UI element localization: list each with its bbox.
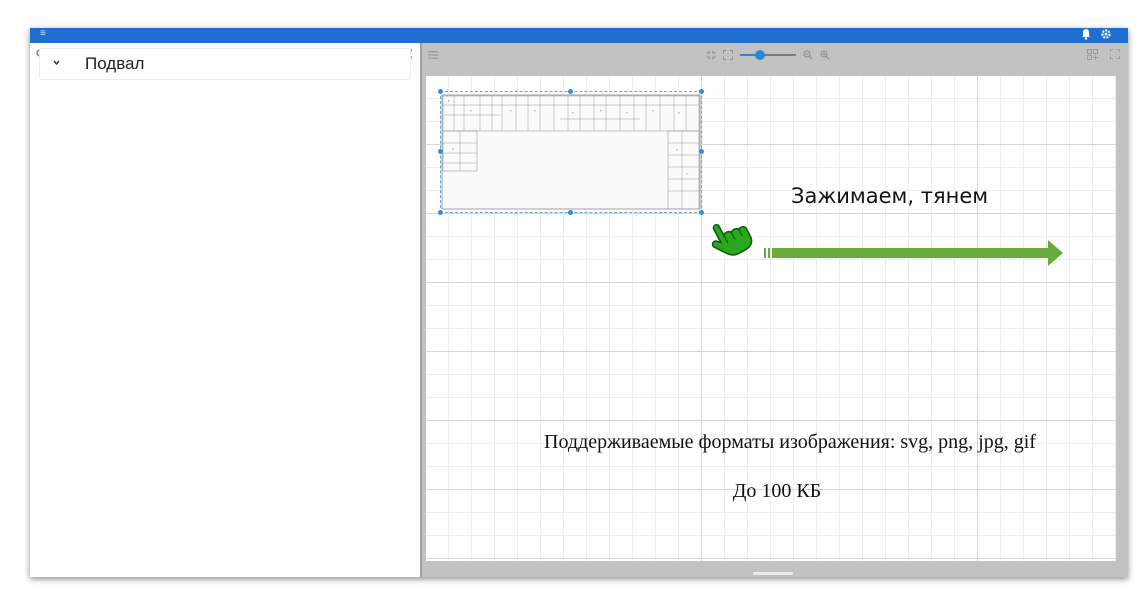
resize-handle[interactable]: [438, 149, 443, 154]
resize-handle[interactable]: [438, 210, 443, 215]
zoom-in-icon[interactable]: [820, 50, 830, 60]
zoom-out-icon[interactable]: [803, 50, 813, 60]
fit-icon[interactable]: [706, 50, 716, 60]
drag-instruction: Зажимаем, тянем: [791, 184, 989, 208]
plan-editor-panel: Зажимаем, тянем Поддерживаемые форматы и…: [422, 43, 1128, 577]
floor-plan-image[interactable]: [438, 89, 704, 215]
resize-handle[interactable]: [568, 89, 573, 94]
resize-handle[interactable]: [438, 89, 443, 94]
resize-handle[interactable]: [699, 149, 704, 154]
gear-icon[interactable]: [1100, 28, 1112, 40]
tree-item-label: Подвал: [85, 54, 145, 73]
add-layer-icon[interactable]: [1087, 49, 1098, 60]
zoom-toolbar: [706, 48, 830, 62]
tree-item-basement[interactable]: Подвал: [39, 48, 411, 80]
layers-panel: Подвал: [30, 43, 420, 577]
resize-handle[interactable]: [699, 89, 704, 94]
expand-icon[interactable]: [723, 50, 733, 60]
selection-frame[interactable]: [440, 91, 702, 213]
top-app-bar: ≡: [30, 28, 1128, 43]
bell-icon[interactable]: [1080, 28, 1092, 40]
fullscreen-icon[interactable]: [1110, 49, 1120, 59]
zoom-slider-thumb[interactable]: [754, 50, 765, 60]
hand-cursor-icon: [711, 224, 753, 256]
menu-icon[interactable]: ≡: [40, 29, 46, 39]
app-window: ≡ Подвал Зажимаем, тянем Поддерживаемые …: [30, 28, 1128, 577]
chevron-down-icon[interactable]: [52, 58, 61, 67]
menu-icon[interactable]: [428, 51, 438, 59]
resize-handle[interactable]: [699, 210, 704, 215]
plan-canvas[interactable]: Зажимаем, тянем Поддерживаемые форматы и…: [426, 76, 1116, 561]
max-size-note: До 100 КБ: [732, 480, 822, 502]
bottom-resize-handle[interactable]: [753, 572, 793, 575]
supported-formats-note: Поддерживаемые форматы изображения: svg,…: [544, 431, 1036, 453]
zoom-slider[interactable]: [740, 50, 796, 60]
right-arrow: [764, 240, 1063, 266]
resize-handle[interactable]: [568, 210, 573, 215]
